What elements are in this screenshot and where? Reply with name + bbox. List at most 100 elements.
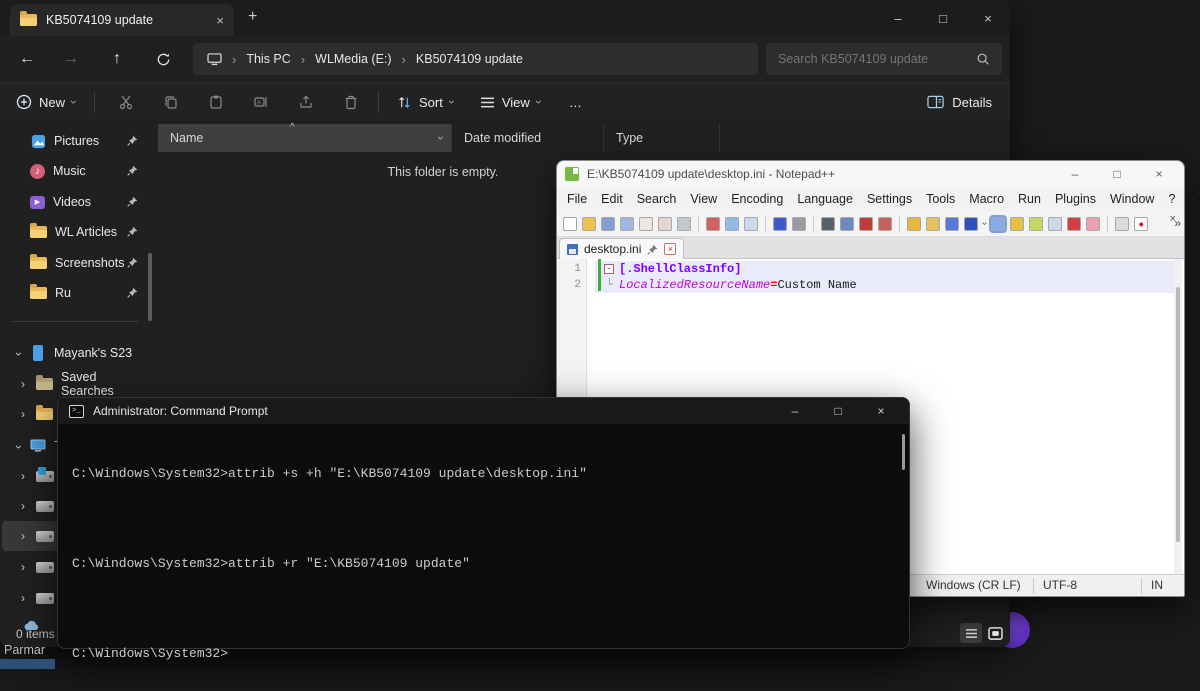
sync-vertical-icon[interactable] [907, 217, 921, 231]
delete-button[interactable] [336, 87, 366, 117]
new-tab-button[interactable]: + [248, 8, 257, 26]
chevron-right-icon[interactable]: › [16, 499, 30, 513]
chevron-down-icon[interactable]: › [434, 136, 448, 140]
menu-settings[interactable]: Settings [867, 192, 912, 206]
search-box[interactable] [766, 43, 1002, 75]
minimize-button[interactable]: – [1058, 167, 1092, 181]
word-wrap-icon[interactable] [945, 217, 959, 231]
close-all-icon[interactable] [658, 217, 672, 231]
typing-mode-status[interactable]: IN [1151, 578, 1163, 592]
column-header-type[interactable]: Type [604, 124, 720, 152]
zoom-in-icon[interactable] [859, 217, 873, 231]
chevron-right-icon[interactable]: › [16, 407, 30, 421]
replace-icon[interactable] [840, 217, 854, 231]
zoom-out-icon[interactable] [878, 217, 892, 231]
maximize-button[interactable]: □ [920, 0, 966, 36]
save-all-icon[interactable] [620, 217, 634, 231]
menu-help[interactable]: ? [1168, 192, 1175, 206]
function-list-icon[interactable] [1010, 217, 1024, 231]
forward-button[interactable]: → [56, 45, 86, 73]
copy-icon[interactable] [725, 217, 739, 231]
menu-run[interactable]: Run [1018, 192, 1041, 206]
chevron-down-icon[interactable]: › [12, 347, 26, 361]
menu-plus[interactable]: + [1189, 192, 1196, 206]
menu-tools[interactable]: Tools [926, 192, 955, 206]
share-button[interactable] [291, 87, 321, 117]
chevron-down-icon[interactable]: › [12, 440, 26, 454]
document-tab[interactable]: desktop.ini × [559, 238, 684, 259]
encoding-status[interactable]: UTF-8 [1043, 578, 1077, 592]
menu-macro[interactable]: Macro [969, 192, 1004, 206]
chevron-down-icon[interactable]: › [979, 222, 990, 225]
redo-icon[interactable] [792, 217, 806, 231]
menu-plugins[interactable]: Plugins [1055, 192, 1096, 206]
menu-window[interactable]: Window [1110, 192, 1154, 206]
sidebar-item-music[interactable]: ♪ Music [0, 156, 152, 186]
fold-collapse-icon[interactable]: - [604, 264, 614, 274]
close-file-icon[interactable] [639, 217, 653, 231]
list-view-toggle[interactable] [960, 623, 982, 643]
pin-icon[interactable] [647, 244, 658, 255]
column-header-date-modified[interactable]: Date modified [452, 124, 604, 152]
undo-icon[interactable] [773, 217, 787, 231]
notepadpp-titlebar[interactable]: E:\KB5074109 update\desktop.ini - Notepa… [557, 161, 1184, 187]
search-input[interactable] [778, 52, 976, 66]
menu-language[interactable]: Language [797, 192, 853, 206]
minimize-button[interactable]: – [778, 404, 812, 418]
menu-encoding[interactable]: Encoding [731, 192, 783, 206]
close-button[interactable]: × [1142, 167, 1176, 181]
sync-horizontal-icon[interactable] [926, 217, 940, 231]
chevron-right-icon[interactable]: › [16, 591, 30, 605]
thumbnail-view-toggle[interactable] [984, 623, 1006, 643]
open-file-icon[interactable] [582, 217, 596, 231]
menu-edit[interactable]: Edit [601, 192, 623, 206]
macro-record-icon[interactable]: ● [1134, 217, 1148, 231]
back-button[interactable]: ← [12, 45, 42, 73]
chevron-right-icon[interactable]: › [16, 560, 30, 574]
sort-button[interactable]: Sort › [387, 86, 464, 118]
close-button[interactable]: × [864, 404, 898, 418]
menu-view[interactable]: View [690, 192, 717, 206]
print-icon[interactable] [677, 217, 691, 231]
explorer-tab[interactable]: KB5074109 update × [10, 4, 234, 36]
show-all-characters-icon[interactable] [964, 217, 978, 231]
sidebar-item-saved-searches[interactable]: › Saved Searches [0, 369, 152, 399]
sidebar-item-videos[interactable]: ▶ Videos [0, 187, 152, 217]
maximize-button[interactable]: □ [1100, 167, 1134, 181]
paste-button[interactable] [201, 87, 231, 117]
chevron-right-icon[interactable]: › [16, 529, 30, 543]
address-bar[interactable]: › This PC › WLMedia (E:) › KB5074109 upd… [193, 43, 758, 75]
copy-button[interactable] [156, 87, 186, 117]
eol-format-status[interactable]: Windows (CR LF) [926, 578, 1021, 592]
new-button[interactable]: New › [6, 86, 86, 118]
cmd-scrollbar-thumb[interactable] [902, 434, 905, 470]
folder-as-workspace-icon[interactable] [1086, 217, 1100, 231]
tab-close-icon[interactable]: × [216, 13, 224, 28]
sidebar-item-wl-articles[interactable]: WL Articles [0, 217, 152, 247]
maximize-button[interactable]: □ [821, 404, 855, 418]
details-button[interactable]: Details [927, 95, 992, 110]
sidebar-item-ru[interactable]: Ru [0, 278, 152, 308]
view-in-browser-icon[interactable] [1115, 217, 1129, 231]
document-map-icon[interactable] [1029, 217, 1043, 231]
cmd-titlebar[interactable]: >_ Administrator: Command Prompt – □ × [58, 398, 909, 424]
document-list-icon[interactable] [1048, 217, 1062, 231]
cmd-output[interactable]: C:\Windows\System32>attrib +s +h "E:\KB5… [72, 436, 889, 691]
sidebar-item-phone[interactable]: › Mayank's S23 [0, 338, 152, 368]
more-options-button[interactable]: … [559, 86, 592, 118]
chevron-right-icon[interactable]: › [16, 469, 30, 483]
indent-guide-icon[interactable] [991, 217, 1005, 231]
editor-scrollbar-thumb[interactable] [1176, 287, 1180, 542]
paste-icon[interactable] [744, 217, 758, 231]
up-button[interactable]: ↑ [102, 45, 132, 73]
view-button[interactable]: View › [470, 86, 551, 118]
close-button[interactable]: × [965, 0, 1011, 36]
refresh-button[interactable] [148, 45, 178, 73]
breadcrumb-drive[interactable]: WLMedia (E:) [315, 52, 391, 66]
cut-button[interactable] [111, 87, 141, 117]
sidebar-item-pictures[interactable]: Pictures [0, 126, 152, 156]
minimize-button[interactable]: – [875, 0, 921, 36]
breadcrumb-folder[interactable]: KB5074109 update [416, 52, 523, 66]
cut-icon[interactable] [706, 217, 720, 231]
menu-file[interactable]: File [567, 192, 587, 206]
